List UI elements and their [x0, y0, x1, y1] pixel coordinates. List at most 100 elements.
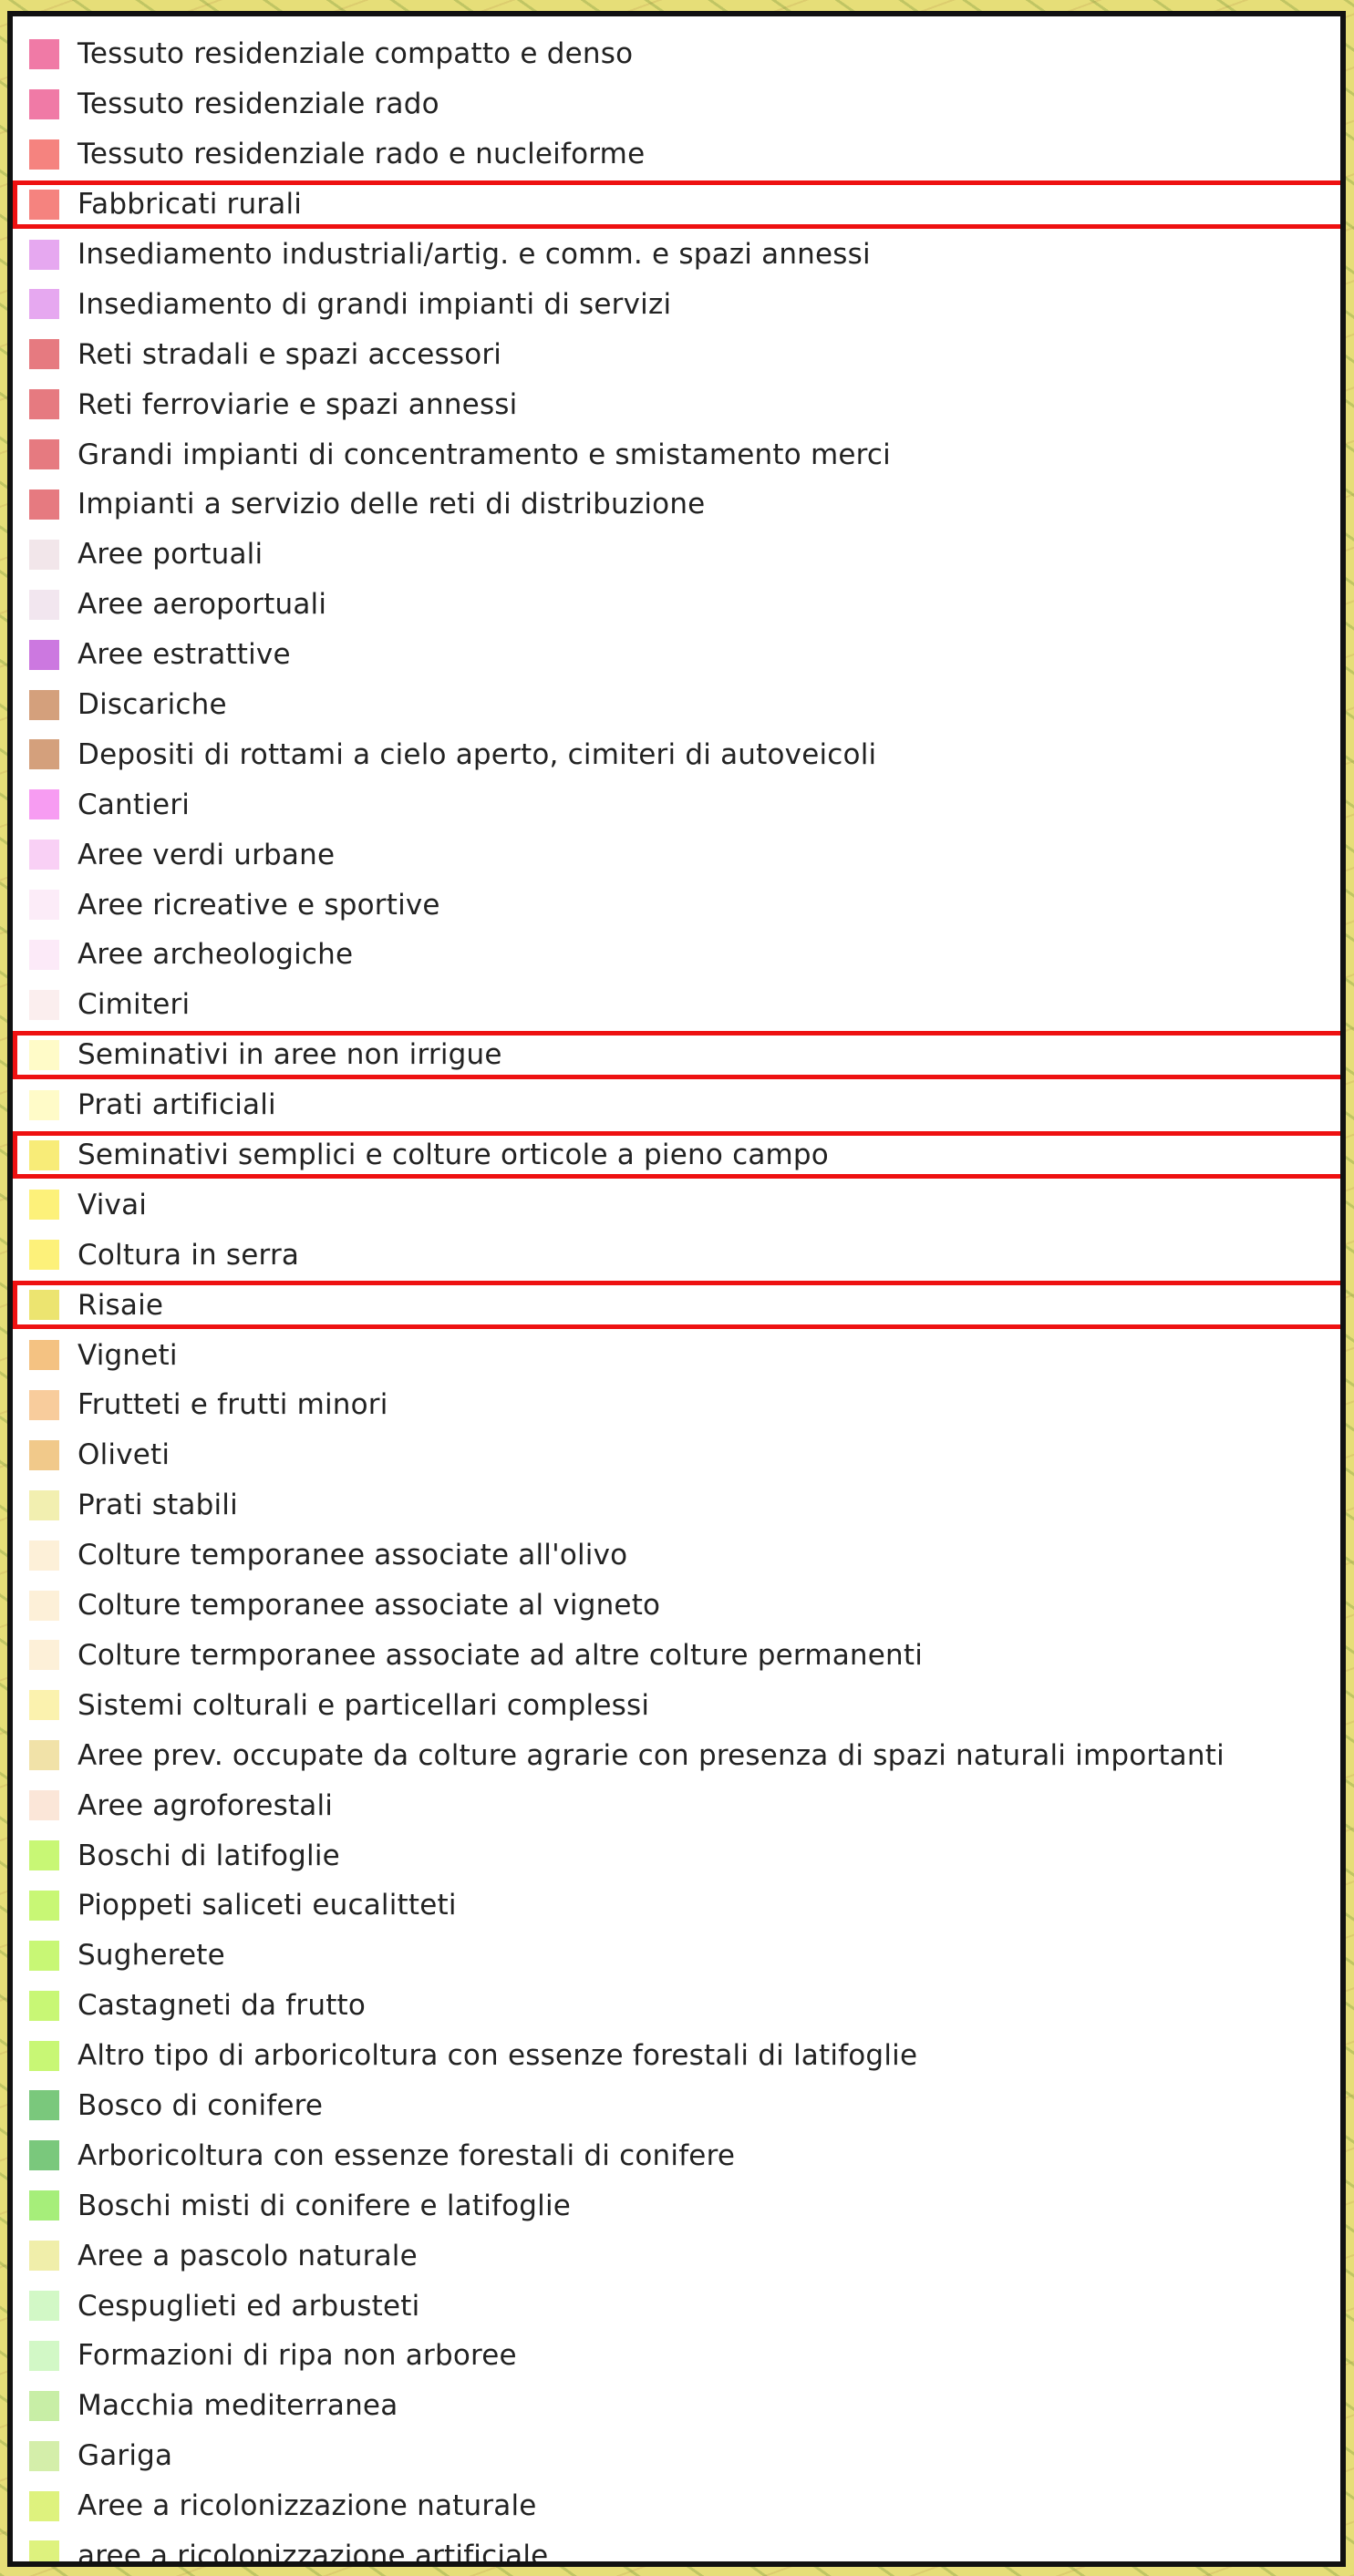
legend-swatch — [29, 2040, 59, 2071]
legend-item: Aree prev. occupate da colture agrarie c… — [13, 1730, 1340, 1780]
legend-swatch — [29, 439, 59, 470]
legend-swatch — [29, 1590, 59, 1621]
legend-swatch — [29, 1890, 59, 1921]
legend-swatch — [29, 1690, 59, 1721]
legend-swatch — [29, 1840, 59, 1870]
legend-item: Sistemi colturali e particellari comples… — [13, 1680, 1340, 1730]
legend-label: Aree a pascolo naturale — [78, 2239, 418, 2272]
legend-label: Colture temporanee associate all'olivo — [78, 1539, 628, 1572]
legend-item: Coltura in serra — [13, 1230, 1340, 1280]
legend-swatch — [29, 1389, 59, 1420]
legend-swatch — [29, 1240, 59, 1271]
legend-item: Reti stradali e spazi accessori — [13, 329, 1340, 379]
legend-item: Vigneti — [13, 1330, 1340, 1380]
legend-label: Bosco di conifere — [78, 2088, 324, 2122]
legend-label: Discariche — [78, 688, 227, 722]
legend-swatch — [29, 339, 59, 370]
legend-swatch — [29, 1940, 59, 1971]
legend-label: Formazioni di ripa non arboree — [78, 2339, 517, 2373]
legend-label: Insediamento di grandi impianti di servi… — [78, 287, 672, 321]
legend-swatch — [29, 1489, 59, 1520]
legend-label: Coltura in serra — [78, 1238, 300, 1272]
legend-label: Frutteti e frutti minori — [78, 1388, 388, 1422]
legend-label: Gariga — [78, 2439, 173, 2473]
legend-swatch — [29, 689, 59, 720]
legend-swatch — [29, 1340, 59, 1371]
legend-swatch — [29, 2140, 59, 2171]
legend-swatch — [29, 289, 59, 320]
legend-item: Frutteti e frutti minori — [13, 1380, 1340, 1430]
legend-label: Aree portuali — [78, 538, 264, 572]
legend-item: Aree a pascolo naturale — [13, 2231, 1340, 2281]
legend-swatch — [29, 2291, 59, 2322]
legend-label: Boschi misti di conifere e latifoglie — [78, 2189, 572, 2222]
legend-swatch — [29, 939, 59, 970]
legend-label: Grandi impianti di concentramento e smis… — [78, 438, 891, 471]
legend-label: Depositi di rottami a cielo aperto, cimi… — [78, 737, 877, 771]
legend-label: Sugherete — [78, 1939, 225, 1973]
legend-label: Insediamento industriali/artig. e comm. … — [78, 238, 871, 271]
legend-swatch — [29, 539, 59, 570]
legend-swatch — [29, 589, 59, 620]
legend-item: Aree a ricolonizzazione naturale — [13, 2481, 1340, 2531]
legend-swatch — [29, 1290, 59, 1321]
legend-label: Aree estrattive — [78, 638, 291, 672]
legend-label: Impianti a servizio delle reti di distri… — [78, 488, 706, 521]
legend-item: Pioppeti saliceti eucalitteti — [13, 1880, 1340, 1931]
legend-item: Aree estrattive — [13, 630, 1340, 680]
legend-swatch — [29, 2490, 59, 2521]
legend-item: Impianti a servizio delle reti di distri… — [13, 479, 1340, 530]
legend-label: Aree aeroportuali — [78, 588, 327, 622]
legend-item: Aree aeroportuali — [13, 580, 1340, 630]
legend-list: Tessuto residenziale compatto e denso Tes… — [13, 16, 1340, 2561]
legend-label: Aree agroforestali — [78, 1788, 334, 1822]
legend-swatch — [29, 2340, 59, 2371]
legend-swatch — [29, 739, 59, 770]
legend-label: Sistemi colturali e particellari comples… — [78, 1688, 650, 1722]
legend-swatch — [29, 1089, 59, 1120]
legend-item: Prati artificiali — [13, 1080, 1340, 1130]
legend-item: Insediamento di grandi impianti di servi… — [13, 279, 1340, 329]
legend-item: Arboricoltura con essenze forestali di c… — [13, 2130, 1340, 2180]
legend-item: Colture temporanee associate all'olivo — [13, 1530, 1340, 1581]
legend-label: Oliveti — [78, 1438, 171, 1472]
legend-item: Seminativi in aree non irrigue — [13, 1030, 1340, 1080]
legend-item: Aree portuali — [13, 530, 1340, 580]
legend-label: Cantieri — [78, 788, 191, 821]
legend-label: Colture temporanee associate al vigneto — [78, 1589, 661, 1623]
legend-item: Colture termporanee associate ad altre c… — [13, 1631, 1340, 1681]
legend-swatch — [29, 389, 59, 420]
legend-swatch — [29, 989, 59, 1020]
legend-label: Prati artificiali — [78, 1088, 276, 1122]
legend-item: Cespuglieti ed arbusteti — [13, 2281, 1340, 2331]
legend-swatch — [29, 639, 59, 670]
legend-label: Macchia mediterranea — [78, 2389, 398, 2423]
legend-swatch — [29, 1740, 59, 1771]
legend-item: Aree archeologiche — [13, 930, 1340, 980]
legend-swatch — [29, 2390, 59, 2421]
legend-item: Reti ferroviarie e spazi annessi — [13, 379, 1340, 429]
legend-item: Cimiteri — [13, 980, 1340, 1030]
legend-item: Boschi misti di conifere e latifoglie — [13, 2180, 1340, 2231]
legend-item: Boschi di latifoglie — [13, 1830, 1340, 1880]
legend-label: Tessuto residenziale compatto e denso — [78, 37, 634, 71]
legend-label: Prati stabili — [78, 1489, 238, 1522]
legend-item: Macchia mediterranea — [13, 2381, 1340, 2431]
legend-item: Formazioni di ripa non arboree — [13, 2331, 1340, 2381]
legend-item: Insediamento industriali/artig. e comm. … — [13, 230, 1340, 280]
legend-label: Vigneti — [78, 1338, 178, 1372]
legend-item: Castagneti da frutto — [13, 1981, 1340, 2031]
legend-item: Tessuto residenziale compatto e denso — [13, 29, 1340, 79]
legend-label: Cespuglieti ed arbusteti — [78, 2289, 420, 2323]
legend-swatch — [29, 789, 59, 820]
legend-label: Altro tipo di arboricoltura con essenze … — [78, 2039, 918, 2073]
legend-item: Aree agroforestali — [13, 1780, 1340, 1830]
legend-label: Cimiteri — [78, 988, 191, 1022]
legend-swatch — [29, 239, 59, 270]
legend-item: Depositi di rottami a cielo aperto, cimi… — [13, 729, 1340, 779]
legend-item: Grandi impianti di concentramento e smis… — [13, 429, 1340, 479]
legend-label: Tessuto residenziale rado — [78, 88, 439, 121]
legend-item: Aree verdi urbane — [13, 829, 1340, 880]
legend-label: Aree a ricolonizzazione naturale — [78, 2489, 537, 2523]
legend-label: Aree archeologiche — [78, 938, 354, 972]
